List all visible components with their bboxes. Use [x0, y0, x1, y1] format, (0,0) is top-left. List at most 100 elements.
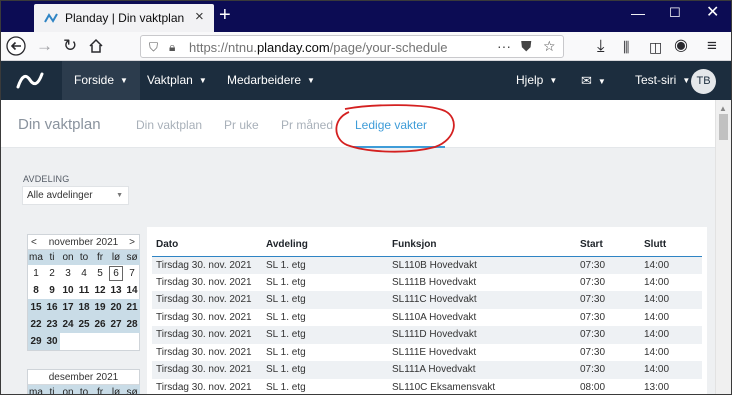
back-icon[interactable] — [6, 36, 26, 56]
new-tab-icon[interactable]: + — [219, 4, 231, 26]
calendar-day[interactable]: 18 — [76, 299, 92, 316]
table-cell: SL111D Hovedvakt — [388, 326, 576, 344]
table-cell: SL 1. etg — [262, 291, 388, 309]
tab-pr-uke[interactable]: Pr uke — [224, 118, 259, 132]
calendar-day[interactable]: 22 — [28, 316, 44, 333]
calendar-day[interactable]: 16 — [44, 299, 60, 316]
calendar-empty-cell — [76, 333, 92, 350]
home-icon[interactable] — [88, 38, 104, 54]
sidebar-icon[interactable]: ◫ — [649, 38, 662, 56]
calendar-day[interactable]: 21 — [124, 299, 140, 316]
table-cell: Tirsdag 30. nov. 2021 — [152, 256, 262, 274]
calendar-day[interactable]: 9 — [44, 282, 60, 299]
scroll-up-icon[interactable]: ▲ — [719, 104, 727, 113]
library-icon[interactable]: ⫼ — [623, 38, 629, 56]
table-cell: 14:00 — [640, 291, 702, 309]
calendar-day[interactable]: 19 — [92, 299, 108, 316]
calendar-day[interactable]: 8 — [28, 282, 44, 299]
calendar-day[interactable]: 2 — [44, 265, 60, 282]
calendar-day[interactable]: 12 — [92, 282, 108, 299]
downloads-icon[interactable]: ⤓ — [597, 37, 605, 55]
planday-logo-icon[interactable] — [1, 61, 59, 100]
calendar-day[interactable]: 7 — [124, 265, 140, 282]
chevron-down-icon: ▼ — [116, 192, 123, 199]
minimize-icon[interactable]: — — [631, 5, 645, 21]
column-header-avdeling[interactable]: Avdeling — [262, 234, 388, 257]
table-cell: 07:30 — [576, 256, 640, 274]
calendar-next-button[interactable]: > — [129, 237, 135, 248]
chevron-down-icon: ▼ — [198, 76, 207, 85]
shield-icon[interactable]: ⛉ — [149, 40, 158, 55]
tab-pr-maned[interactable]: Pr måned — [281, 118, 333, 132]
table-row[interactable]: Tirsdag 30. nov. 2021 SL 1. etg SL110C Eks… — [152, 379, 702, 395]
account-icon[interactable]: ◉ — [674, 37, 688, 55]
user-menu[interactable]: Test-siri ▼ — [635, 61, 690, 100]
calendar-day[interactable]: 10 — [60, 282, 76, 299]
table-row[interactable]: Tirsdag 30. nov. 2021 SL 1. etg SL110A Hov… — [152, 309, 702, 327]
calendar-day[interactable]: 26 — [92, 316, 108, 333]
page-actions-icon[interactable]: ··· — [497, 38, 511, 54]
hamburger-menu-icon[interactable]: ≡ — [707, 37, 717, 55]
table-cell: SL 1. etg — [262, 361, 388, 379]
browser-tab[interactable]: Planday | Din vaktplan × — [34, 4, 214, 32]
calendar-day[interactable]: 6 — [108, 265, 124, 282]
calendar-day[interactable]: 4 — [76, 265, 92, 282]
calendar-day[interactable]: 13 — [108, 282, 124, 299]
page-scrollbar[interactable]: ▲ — [715, 100, 731, 394]
column-header-slutt[interactable]: Slutt — [640, 234, 702, 257]
table-row[interactable]: Tirsdag 30. nov. 2021 SL 1. etg SL111D Hov… — [152, 326, 702, 344]
lock-icon[interactable]: 🔒︎ — [169, 40, 175, 55]
department-select[interactable]: Alle avdelinger ▼ — [22, 186, 129, 205]
menu-medarbeidere[interactable]: Medarbeidere ▼ — [227, 61, 315, 100]
scroll-thumb[interactable] — [719, 114, 728, 140]
menu-forside[interactable]: Forside ▼ — [62, 61, 140, 100]
table-row[interactable]: Tirsdag 30. nov. 2021 SL 1. etg SL110B Hov… — [152, 256, 702, 274]
calendar-empty-cell — [60, 333, 76, 350]
forward-icon[interactable]: → — [36, 37, 53, 55]
table-cell: 07:30 — [576, 291, 640, 309]
tab-din-vaktplan[interactable]: Din vaktplan — [136, 118, 202, 132]
close-tab-icon[interactable]: × — [195, 9, 204, 25]
table-row[interactable]: Tirsdag 30. nov. 2021 SL 1. etg SL111C Hov… — [152, 291, 702, 309]
calendar-day[interactable]: 3 — [60, 265, 76, 282]
weekday-header: sø — [124, 385, 140, 394]
weekday-header: on — [60, 250, 76, 265]
calendar-day[interactable]: 23 — [44, 316, 60, 333]
table-cell: Tirsdag 30. nov. 2021 — [156, 381, 252, 393]
column-header-dato[interactable]: Dato — [152, 234, 262, 257]
column-header-funksjon[interactable]: Funksjon — [388, 234, 576, 257]
maximize-icon[interactable]: ☐ — [669, 5, 681, 21]
address-bar[interactable]: ⛉ 🔒︎ https://ntnu.planday.com/page/your-… — [140, 35, 564, 58]
calendar-day[interactable]: 28 — [124, 316, 140, 333]
bookmark-star-icon[interactable]: ☆ — [543, 38, 556, 55]
table-cell: 14:00 — [640, 326, 702, 344]
calendar-day[interactable]: 1 — [28, 265, 44, 282]
calendar-day[interactable]: 20 — [108, 299, 124, 316]
table-row[interactable]: Tirsdag 30. nov. 2021 SL 1. etg SL111A Hov… — [152, 361, 702, 379]
calendar-day[interactable]: 11 — [76, 282, 92, 299]
calendar-day[interactable]: 24 — [60, 316, 76, 333]
reload-icon[interactable]: ↻ — [63, 37, 77, 55]
calendar-prev-button[interactable]: < — [31, 237, 37, 248]
calendar-day[interactable]: 5 — [92, 265, 108, 282]
close-window-icon[interactable]: ✕ — [706, 5, 719, 21]
calendar-month-1: november 2021 < > ma ti on to fr lø sø 1 2 3 4 5 6 7 8… — [27, 234, 140, 351]
calendar-day[interactable]: 27 — [108, 316, 124, 333]
menu-vaktplan[interactable]: Vaktplan ▼ — [147, 61, 207, 100]
url-text[interactable]: https://ntnu.planday.com/page/your-sched… — [189, 40, 448, 55]
calendar-day[interactable]: 14 — [124, 282, 140, 299]
menu-help[interactable]: Hjelp ▼ — [516, 61, 557, 100]
messages-menu[interactable]: ✉ ▼ — [581, 61, 606, 100]
pocket-icon[interactable]: ⛊ — [521, 38, 532, 55]
calendar-day[interactable]: 30 — [44, 333, 60, 350]
table-cell: Tirsdag 30. nov. 2021 — [156, 276, 252, 288]
table-row[interactable]: Tirsdag 30. nov. 2021 SL 1. etg SL111E Hov… — [152, 344, 702, 362]
calendar-day[interactable]: 17 — [60, 299, 76, 316]
avatar[interactable]: TB — [691, 69, 716, 94]
table-row[interactable]: Tirsdag 30. nov. 2021 SL 1. etg SL111B Hov… — [152, 274, 702, 292]
calendar-day[interactable]: 29 — [28, 333, 44, 350]
calendar-month-title: november 2021 — [48, 237, 119, 248]
column-header-start[interactable]: Start — [576, 234, 640, 257]
calendar-day[interactable]: 25 — [76, 316, 92, 333]
calendar-day[interactable]: 15 — [28, 299, 44, 316]
